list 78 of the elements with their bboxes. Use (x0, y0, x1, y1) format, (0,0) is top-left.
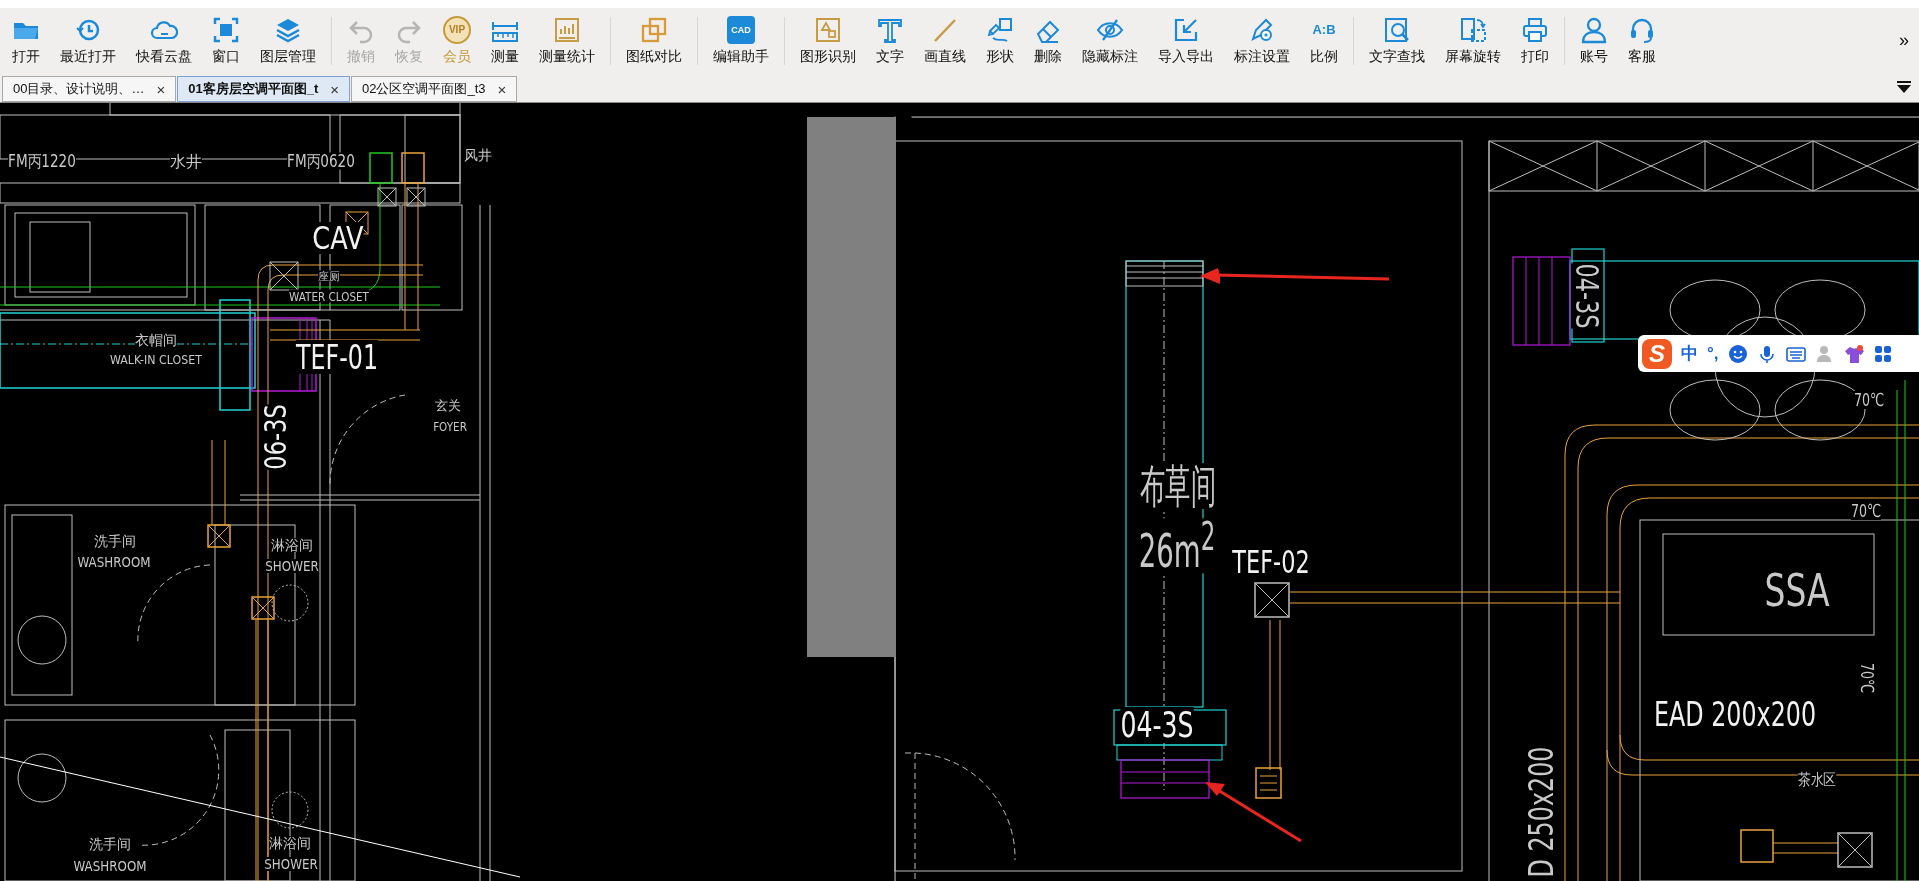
drawing-label: 茶水区 (1797, 772, 1837, 788)
window-icon (212, 15, 240, 44)
drawing-label: 玄关 (435, 398, 461, 412)
drawing-label: FM丙1220 (8, 152, 76, 170)
grid-icon[interactable] (1872, 343, 1893, 364)
document-tab[interactable]: 01客房层空调平面图_t × (177, 76, 351, 102)
drawing-label: 70℃ (1850, 502, 1882, 520)
drawing-label: WASHROOM (73, 859, 147, 873)
drawing-label: FOYER (433, 419, 467, 433)
toolbar-button[interactable]: 文字 (866, 10, 914, 71)
drawing-label: SHOWER (264, 857, 318, 871)
shirt-icon[interactable] (1843, 343, 1864, 364)
toolbar-button[interactable]: 导入导出 (1148, 10, 1224, 71)
toolbar-button[interactable]: CAD 编辑助手 (703, 10, 779, 71)
input-mode-toggle[interactable]: 中 (1681, 342, 1698, 365)
drawing-label: 座厕 (318, 270, 340, 282)
screen-rotate-icon (1459, 15, 1487, 44)
toolbar-button[interactable]: 窗口 (202, 10, 250, 71)
drawing-label: 04-3S (1120, 707, 1194, 743)
drawing-label: 26m$^{2}$ (1138, 518, 1216, 574)
app-icon: CAD (727, 15, 755, 44)
close-button[interactable]: × (154, 80, 168, 98)
chart-icon (553, 15, 581, 44)
overlapping-squares-icon (640, 15, 668, 44)
drawing-label: 70℃ (1853, 391, 1885, 409)
drawing-label: 水井 (170, 154, 202, 170)
printer-icon (1521, 15, 1549, 44)
document-tab[interactable]: 00目录、设计说明、… × (2, 76, 177, 102)
drawing-label: FM丙0620 (287, 152, 355, 170)
drawing-label: 洗手间 (94, 534, 136, 548)
toolbar-button[interactable]: 隐藏标注 (1072, 10, 1148, 71)
toolbar-button[interactable]: 最近打开 (50, 10, 126, 71)
toolbar-button[interactable]: 图层管理 (250, 10, 326, 71)
drawing-label: CAV (312, 222, 364, 254)
toolbar-button[interactable]: A:B 比例 (1300, 10, 1348, 71)
more-button[interactable]: » (1895, 30, 1913, 51)
toolbar-button[interactable]: 图形识别 (790, 10, 866, 71)
drawing-label: TEF-01 (295, 340, 379, 374)
toolbar-button[interactable]: 打印 (1511, 10, 1559, 71)
tab-title: 00目录、设计说明、… (13, 80, 145, 98)
close-button[interactable]: × (495, 80, 509, 98)
toolbar-button[interactable]: 快看云盘 (126, 10, 202, 71)
toolbar-button[interactable]: 账号 (1570, 10, 1618, 71)
drawing-label: 洗手间 (89, 837, 131, 851)
drawing-label: 衣帽间 (135, 333, 177, 347)
tab-title: 01客房层空调平面图_t (188, 80, 319, 98)
toolbar-button[interactable]: 标注设置 (1224, 10, 1300, 71)
toolbar-button[interactable]: 图纸对比 (616, 10, 692, 71)
pen-and-square-icon (986, 15, 1014, 44)
toolbar-button[interactable]: 打开 (2, 10, 50, 71)
document-tab[interactable]: 02公区空调平面图_t3 × (351, 76, 518, 102)
drawing-label: 布草间 (1140, 463, 1216, 509)
toolbar-button[interactable]: 测量统计 (529, 10, 605, 71)
tab-title: 02公区空调平面图_t3 (362, 80, 486, 98)
vip-icon: VIP (443, 15, 471, 44)
drawing-label: 淋浴间 (271, 538, 313, 552)
smiley-icon[interactable] (1727, 343, 1748, 364)
drawing-label: WASHROOM (77, 555, 151, 569)
drawing-label: WALK-IN CLOSET (109, 352, 203, 366)
drawing-label: SHOWER (265, 559, 319, 573)
toolbar-button[interactable]: 形状 (976, 10, 1024, 71)
toolbar-button[interactable]: 文字查找 (1359, 10, 1435, 71)
toolbar-button[interactable]: 测量 (481, 10, 529, 71)
shapes-icon (814, 15, 842, 44)
toolbar-button[interactable]: 删除 (1024, 10, 1072, 71)
drawing-label: 淋浴间 (269, 836, 311, 850)
document-search-icon (1383, 15, 1411, 44)
drawing-label: WATER CLOSET (289, 289, 369, 303)
user-icon (1580, 15, 1608, 44)
drawing-label: 风井 (464, 148, 492, 162)
toolbar-button[interactable]: 屏幕旋转 (1435, 10, 1511, 71)
drawing-label: 70℃ (1858, 662, 1876, 694)
scale-icon: A:B (1312, 15, 1336, 44)
punctuation-toggle[interactable]: °, (1707, 343, 1719, 364)
toolbar-button[interactable]: 画直线 (914, 10, 976, 71)
close-button[interactable]: × (328, 80, 342, 98)
toolbar-button[interactable]: 客服 (1618, 10, 1666, 71)
dropdown-triangle-icon[interactable] (1897, 81, 1911, 93)
